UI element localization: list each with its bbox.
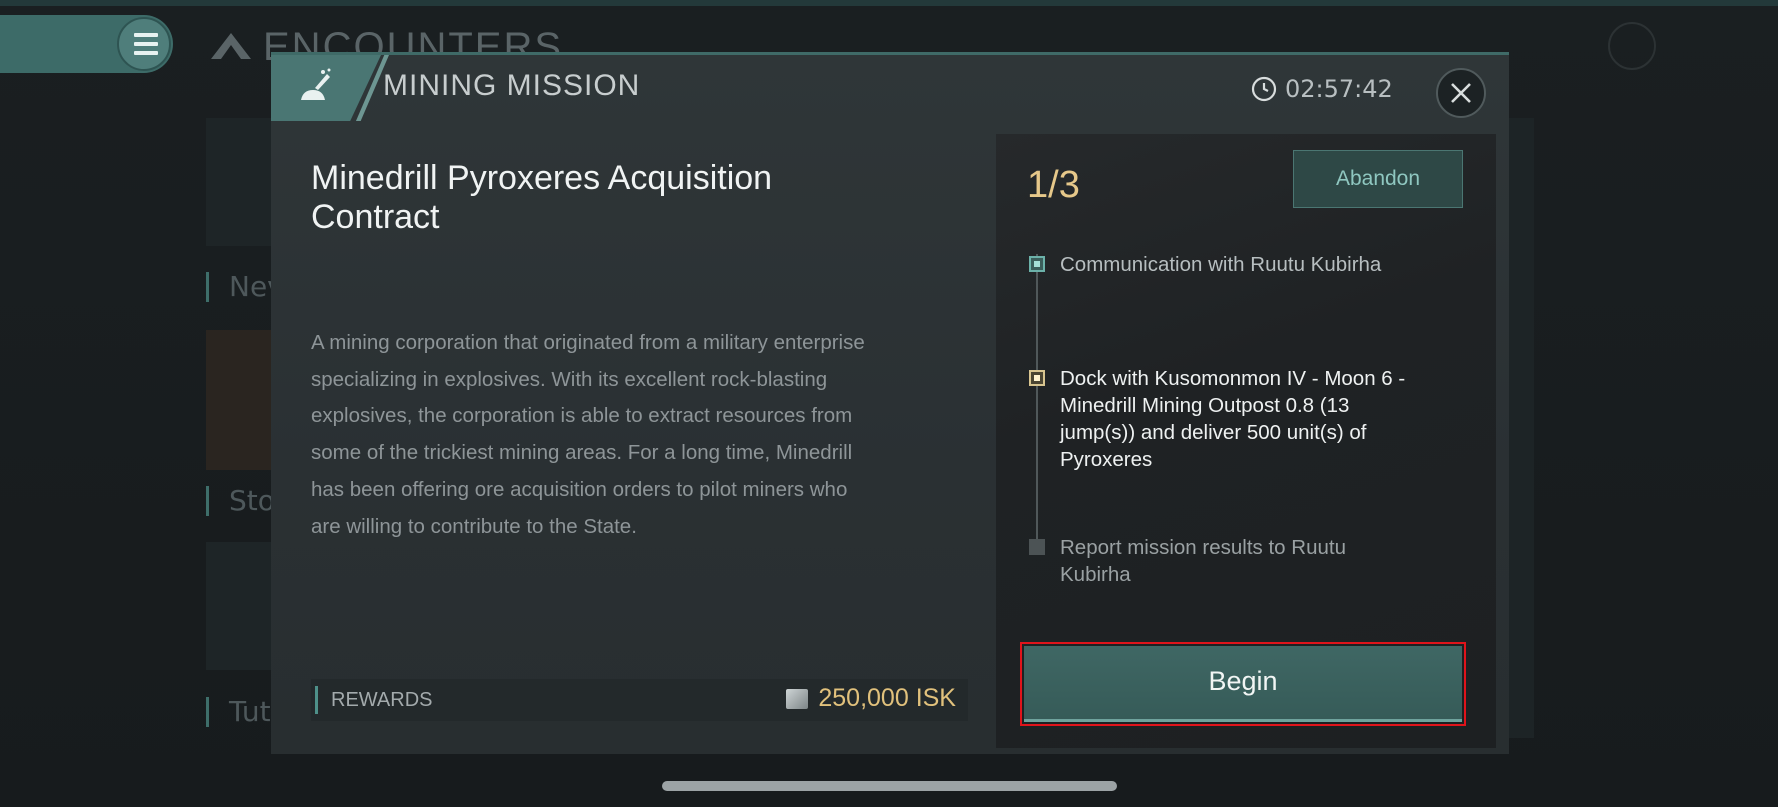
step-current-marker-icon (1029, 370, 1045, 386)
objective-progress: 1/3 (1027, 164, 1080, 206)
home-indicator[interactable] (662, 781, 1117, 791)
objectives-panel: 1/3 Abandon Communication with Ruutu Kub… (996, 134, 1496, 748)
background-card-label-3: Tut (206, 697, 271, 727)
mission-timer: 02:57:42 (1251, 75, 1393, 103)
contract-title: Minedrill Pyroxeres Acquisition Contract (311, 159, 773, 236)
begin-button-label[interactable]: Begin (1024, 646, 1462, 722)
step-pending-marker-icon (1029, 539, 1045, 555)
timer-text: 02:57:42 (1285, 75, 1393, 103)
dialog-title: MINING MISSION (383, 69, 641, 102)
background-close-icon[interactable] (1608, 22, 1656, 70)
background-card-label-2: Sto (206, 486, 275, 516)
isk-currency-icon (786, 688, 809, 709)
dialog-header: MINING MISSION 02:57:42 (271, 55, 1509, 121)
abandon-button[interactable]: Abandon (1293, 150, 1463, 208)
close-button[interactable] (1436, 68, 1486, 118)
objective-step-2: Dock with Kusomonmon IV - Moon 6 - Mined… (1060, 367, 1406, 471)
top-border (0, 0, 1778, 6)
rewards-amount-text: 250,000 ISK (818, 684, 956, 712)
begin-button[interactable]: Begin (1020, 642, 1466, 726)
rewards-bar: REWARDS 250,000 ISK (311, 679, 968, 721)
background-side-strip (1508, 118, 1534, 738)
rewards-amount: 250,000 ISK (786, 684, 956, 713)
mission-description: A mining corporation that originated fro… (311, 331, 865, 538)
objective-timeline (1036, 254, 1038, 539)
clock-icon (1251, 76, 1277, 102)
mining-drill-icon (301, 68, 331, 100)
rewards-label: REWARDS (315, 686, 432, 714)
game-screen: ENCOUNTERS Nev Sto Tut MINING MISSION 02… (0, 0, 1778, 807)
hamburger-menu-icon[interactable] (117, 17, 171, 71)
mission-dialog: MINING MISSION 02:57:42 Minedrill Pyroxe… (271, 52, 1509, 754)
menu-tab[interactable] (0, 15, 173, 73)
step-completed-marker-icon (1029, 256, 1045, 272)
objective-step-1: Communication with Ruutu Kubirha (1060, 253, 1382, 276)
objective-step-3: Report mission results to Ruutu Kubirha (1060, 536, 1346, 586)
close-icon (1451, 83, 1471, 103)
encounters-logo-icon (211, 33, 251, 59)
